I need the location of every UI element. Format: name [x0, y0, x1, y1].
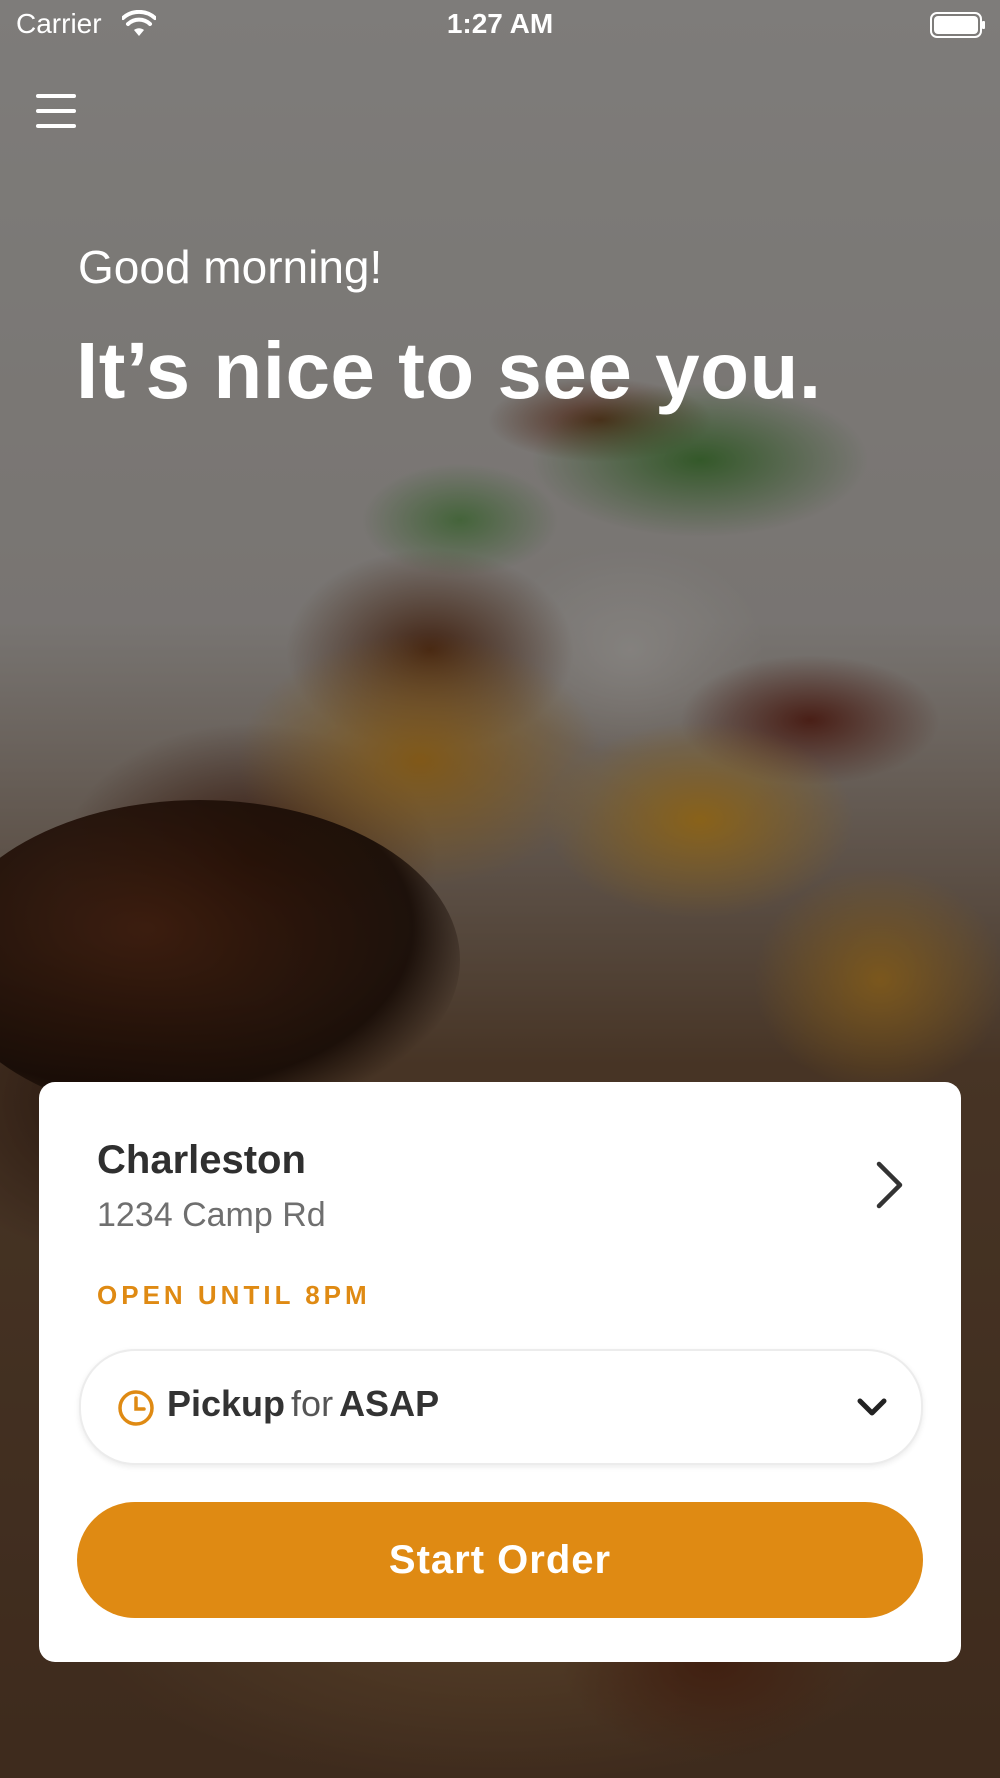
hamburger-menu-icon[interactable]: [36, 94, 80, 134]
greeting-text: Good morning!: [78, 241, 383, 293]
location-name[interactable]: Charleston: [97, 1138, 306, 1183]
hours-label: OPEN UNTIL 8PM: [97, 1280, 371, 1310]
clock-icon: [118, 1390, 154, 1426]
location-card: Charleston 1234 Camp Rd OPEN UNTIL 8PM P…: [39, 1082, 961, 1662]
chevron-right-icon[interactable]: [873, 1160, 905, 1210]
battery-icon: [930, 12, 985, 38]
order-mode: Pickup: [167, 1383, 286, 1424]
order-type-dropdown[interactable]: Pickup for ASAP: [79, 1349, 923, 1465]
location-address[interactable]: 1234 Camp Rd: [97, 1196, 326, 1235]
order-type-text: Pickup for ASAP: [167, 1383, 439, 1425]
status-time: 1:27 AM: [446, 8, 554, 39]
order-connector: for: [291, 1383, 334, 1424]
order-time: ASAP: [339, 1383, 440, 1424]
chevron-down-icon: [857, 1398, 887, 1416]
headline-text: It’s nice to see you.: [76, 326, 822, 415]
status-bar: Carrier 1:27 AM: [0, 0, 1000, 50]
start-order-button[interactable]: Start Order: [77, 1502, 923, 1618]
